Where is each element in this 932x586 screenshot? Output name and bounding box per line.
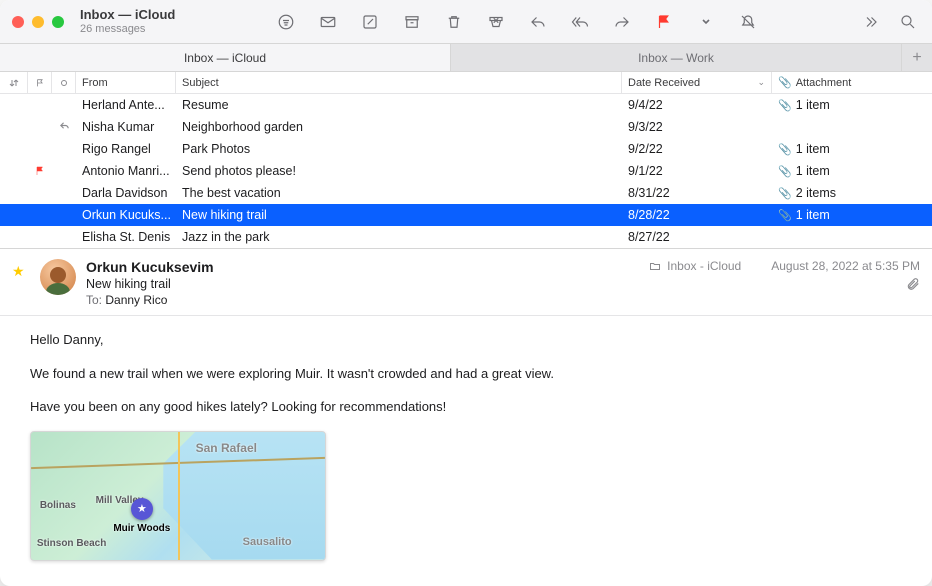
titlebar: Inbox — iCloud 26 messages bbox=[0, 0, 932, 44]
mute-button[interactable] bbox=[736, 10, 760, 34]
subject-column[interactable]: Subject bbox=[176, 72, 622, 93]
delete-button[interactable] bbox=[442, 10, 466, 34]
date-column[interactable]: Date Received⌄ bbox=[622, 72, 772, 93]
flag-icon bbox=[34, 165, 46, 177]
message-row[interactable]: Rigo Rangel Park Photos 9/2/22 📎1 item bbox=[0, 138, 932, 160]
folder-icon bbox=[649, 260, 661, 272]
detail-to: To: Danny Rico bbox=[86, 293, 920, 307]
paperclip-icon: 📎 bbox=[778, 99, 792, 112]
filter-button[interactable] bbox=[274, 10, 298, 34]
detail-attachment-icon[interactable] bbox=[906, 277, 920, 294]
column-header: From Subject Date Received⌄ 📎Attachment bbox=[0, 72, 932, 94]
tab-label: Inbox — iCloud bbox=[184, 51, 266, 65]
sender-avatar[interactable] bbox=[40, 259, 76, 295]
from-column[interactable]: From bbox=[76, 72, 176, 93]
detail-folder[interactable]: Inbox - iCloud August 28, 2022 at 5:35 P… bbox=[649, 259, 920, 273]
tab-inbox-icloud[interactable]: Inbox — iCloud bbox=[0, 44, 451, 71]
map-label-muir-woods: Muir Woods bbox=[113, 521, 170, 536]
reply-all-button[interactable] bbox=[568, 10, 592, 34]
map-label-san-rafael: San Rafael bbox=[196, 439, 257, 457]
window-zoom-button[interactable] bbox=[52, 16, 64, 28]
map-label-stinson: Stinson Beach bbox=[37, 536, 106, 551]
map-label-bolinas: Bolinas bbox=[40, 498, 76, 513]
paperclip-icon: 📎 bbox=[778, 165, 792, 178]
compose-button[interactable] bbox=[358, 10, 382, 34]
paperclip-icon: 📎 bbox=[778, 187, 792, 200]
message-row[interactable]: Nisha Kumar Neighborhood garden 9/3/22 bbox=[0, 116, 932, 138]
window-subtitle: 26 messages bbox=[80, 23, 175, 36]
attachment-column[interactable]: 📎Attachment bbox=[772, 72, 932, 93]
message-row[interactable]: Antonio Manri... Send photos please! 9/1… bbox=[0, 160, 932, 182]
paperclip-icon: 📎 bbox=[778, 209, 792, 222]
reply-button[interactable] bbox=[526, 10, 550, 34]
get-mail-button[interactable] bbox=[316, 10, 340, 34]
tab-label: Inbox — Work bbox=[638, 51, 714, 65]
message-detail-header: ★ Orkun Kucuksevim New hiking trail To: … bbox=[0, 249, 932, 316]
body-paragraph: Have you been on any good hikes lately? … bbox=[30, 397, 902, 417]
message-row[interactable]: Herland Ante... Resume 9/4/22 📎1 item bbox=[0, 94, 932, 116]
detail-meta: Inbox - iCloud August 28, 2022 at 5:35 P… bbox=[649, 259, 920, 294]
toolbar bbox=[274, 10, 760, 34]
map-pin-icon bbox=[131, 498, 153, 520]
map-attachment[interactable]: San Rafael Sausalito Bolinas Stinson Bea… bbox=[30, 431, 326, 561]
detail-recipient[interactable]: Danny Rico bbox=[105, 293, 167, 307]
replied-icon bbox=[59, 120, 70, 134]
message-row[interactable]: Darla Davidson The best vacation 8/31/22… bbox=[0, 182, 932, 204]
vip-star-icon[interactable]: ★ bbox=[12, 263, 30, 307]
map-label-sausalito: Sausalito bbox=[243, 534, 292, 551]
search-button[interactable] bbox=[896, 10, 920, 34]
paperclip-icon: 📎 bbox=[778, 76, 792, 89]
toolbar-overflow-button[interactable] bbox=[858, 10, 882, 34]
message-row[interactable]: Elisha St. Denis Jazz in the park 8/27/2… bbox=[0, 226, 932, 248]
window-title-text: Inbox — iCloud bbox=[80, 8, 175, 23]
message-list: Herland Ante... Resume 9/4/22 📎1 item Ni… bbox=[0, 94, 932, 248]
body-paragraph: We found a new trail when we were explor… bbox=[30, 364, 902, 384]
forward-button[interactable] bbox=[610, 10, 634, 34]
mailbox-tabbar: Inbox — iCloud Inbox — Work + bbox=[0, 44, 932, 72]
detail-datetime: August 28, 2022 at 5:35 PM bbox=[771, 259, 920, 273]
window-minimize-button[interactable] bbox=[32, 16, 44, 28]
message-row-selected[interactable]: Orkun Kucuks... New hiking trail 8/28/22… bbox=[0, 204, 932, 226]
message-body: Hello Danny, We found a new trail when w… bbox=[0, 316, 932, 586]
flag-button[interactable] bbox=[652, 10, 676, 34]
flag-column[interactable] bbox=[28, 72, 52, 93]
window-close-button[interactable] bbox=[12, 16, 24, 28]
window-title: Inbox — iCloud 26 messages bbox=[80, 8, 175, 36]
body-paragraph: Hello Danny, bbox=[30, 330, 902, 350]
flag-menu-chevron[interactable] bbox=[694, 10, 718, 34]
traffic-lights bbox=[12, 16, 64, 28]
tab-inbox-work[interactable]: Inbox — Work bbox=[451, 44, 902, 71]
paperclip-icon: 📎 bbox=[778, 143, 792, 156]
mail-window: Inbox — iCloud 26 messages Inbox — iClou… bbox=[0, 0, 932, 586]
tab-add-button[interactable]: + bbox=[902, 44, 932, 71]
junk-button[interactable] bbox=[484, 10, 508, 34]
toolbar-right bbox=[858, 10, 920, 34]
sort-column[interactable] bbox=[0, 72, 28, 93]
archive-button[interactable] bbox=[400, 10, 424, 34]
status-column[interactable] bbox=[52, 72, 76, 93]
